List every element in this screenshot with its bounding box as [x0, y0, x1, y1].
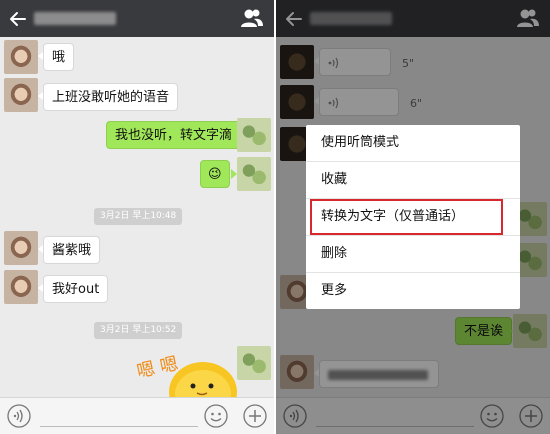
avatar[interactable] — [4, 78, 38, 112]
avatar[interactable] — [237, 157, 271, 191]
highlight-box — [310, 199, 503, 235]
avatar[interactable] — [4, 270, 38, 304]
chat-title-blurred — [34, 12, 116, 25]
input-bar — [0, 397, 274, 434]
chat-screen-left: 哦 上班没敢听她的语音 我也没听，转文字滴 😉 3月2日 早上10:48 酱紫哦… — [0, 0, 274, 434]
emoji-icon[interactable] — [204, 404, 228, 428]
menu-item-more[interactable]: 更多 — [306, 273, 520, 309]
menu-item-delete[interactable]: 删除 — [306, 236, 520, 272]
sticker-image[interactable]: 嗯 嗯 — [135, 330, 245, 400]
avatar[interactable] — [237, 118, 271, 152]
menu-item-earpiece-mode[interactable]: 使用听筒模式 — [306, 125, 520, 161]
incoming-message[interactable]: 哦 — [43, 43, 75, 71]
incoming-message[interactable]: 上班没敢听她的语音 — [43, 83, 179, 111]
message-input[interactable] — [40, 426, 198, 427]
title-bar — [0, 0, 274, 37]
voice-input-icon[interactable] — [7, 404, 31, 428]
menu-item-favorite[interactable]: 收藏 — [306, 162, 520, 198]
outgoing-emoji-message[interactable]: 😉 — [200, 160, 230, 188]
avatar[interactable] — [4, 231, 38, 265]
outgoing-message[interactable]: 我也没听，转文字滴 — [106, 121, 242, 149]
back-arrow-icon[interactable] — [8, 9, 28, 29]
incoming-message[interactable]: 酱紫哦 — [43, 236, 101, 264]
chat-screen-right: 5" 6" 不是诶 使用听筒模式 收藏 转换为文字（仅普通话） 删除 更多 — [276, 0, 550, 434]
context-menu: 使用听筒模式 收藏 转换为文字（仅普通话） 删除 更多 — [306, 125, 520, 309]
incoming-message[interactable]: 我好out — [43, 275, 109, 303]
plus-icon[interactable] — [243, 404, 267, 428]
avatar[interactable] — [4, 40, 38, 74]
contacts-icon[interactable] — [240, 7, 264, 29]
timestamp: 3月2日 早上10:48 — [94, 208, 183, 225]
